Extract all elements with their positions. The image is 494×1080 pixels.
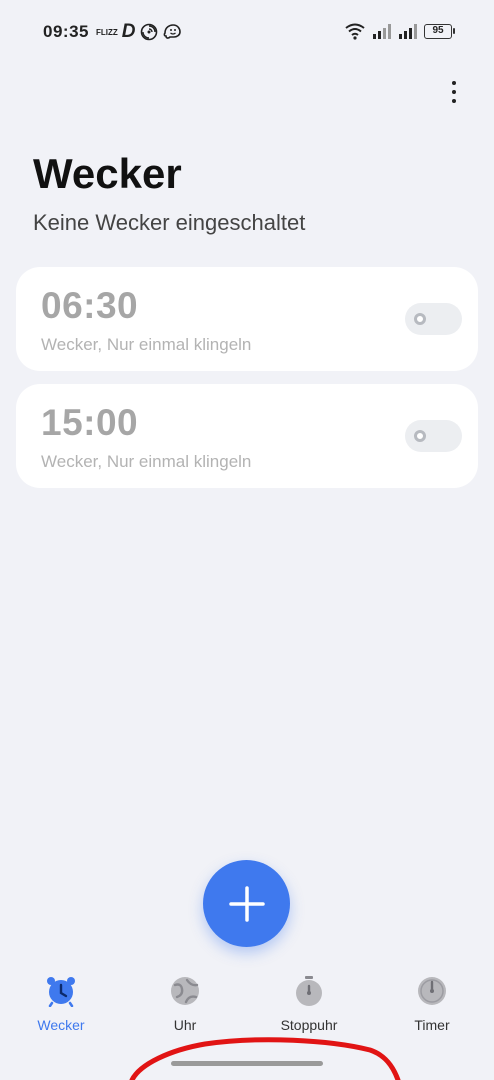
red-annotation-stroke [129, 1037, 401, 1080]
